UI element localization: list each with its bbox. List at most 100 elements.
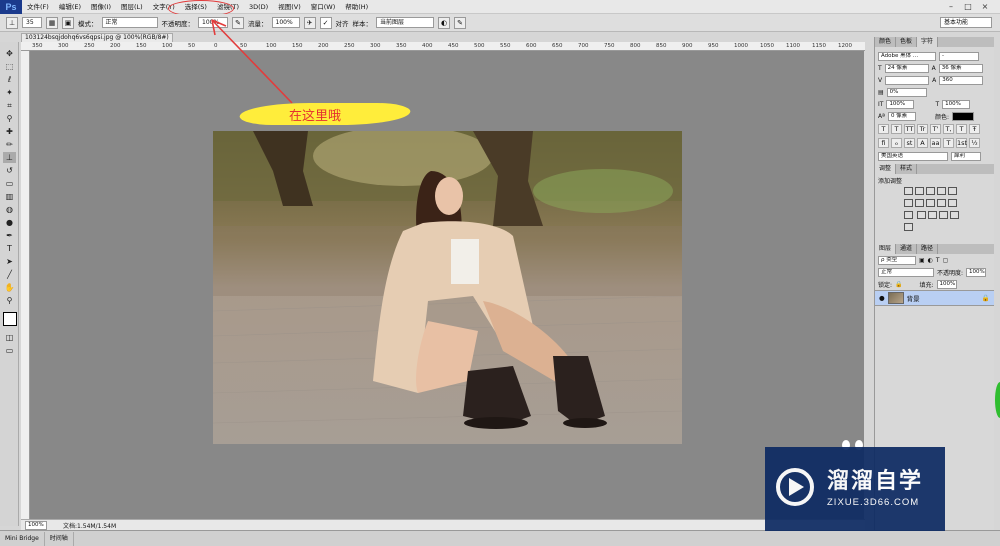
ignore-adjustment-icon[interactable]: ◐ — [438, 16, 450, 29]
tab-styles[interactable]: 样式 — [896, 164, 918, 174]
menu-file[interactable]: 文件(F) — [22, 0, 54, 14]
eyedropper-tool-icon[interactable]: ⚲ — [3, 113, 16, 124]
layer-filter-select[interactable]: ρ 类型 — [878, 255, 916, 265]
lock-icon[interactable]: 🔒 — [895, 281, 902, 288]
mode-select[interactable]: 正常 — [101, 17, 158, 28]
scale-input[interactable]: 0% — [886, 87, 927, 97]
crop-tool-icon[interactable]: ⌗ — [3, 100, 16, 111]
faux-bold-button[interactable]: T — [878, 124, 889, 134]
blend-mode-select[interactable]: 正常 — [878, 267, 934, 277]
menu-layer[interactable]: 图层(L) — [116, 0, 148, 14]
quick-mask-icon[interactable]: ◫ — [3, 332, 16, 343]
history-brush-tool-icon[interactable]: ↺ — [3, 165, 16, 176]
visibility-eye-icon[interactable]: ● — [879, 294, 885, 302]
photo-filter-icon[interactable] — [937, 199, 946, 207]
tracking-input[interactable]: 360 — [939, 75, 984, 85]
black-white-icon[interactable] — [926, 199, 935, 207]
menu-3d[interactable]: 3D(D) — [244, 0, 273, 14]
discretionary-ligature-button[interactable]: st — [904, 138, 915, 148]
invert-icon[interactable] — [917, 211, 927, 219]
close-window-button[interactable]: × — [978, 1, 992, 13]
tab-mini-bridge[interactable]: Mini Bridge — [0, 531, 45, 546]
brush-tool-icon[interactable]: ✏ — [3, 139, 16, 150]
tab-channels[interactable]: 通道 — [896, 244, 918, 254]
titling-button[interactable]: T — [943, 138, 954, 148]
curves-icon[interactable] — [926, 187, 935, 195]
brush-panel-icon[interactable]: ▦ — [46, 16, 58, 29]
posterize-icon[interactable] — [928, 211, 938, 219]
canvas-area[interactable] — [30, 51, 864, 519]
maximize-button[interactable]: □ — [961, 1, 975, 13]
leading-input[interactable]: 36 像素 — [938, 63, 983, 73]
small-caps-button[interactable]: Tr — [917, 124, 928, 134]
brush-size-picker[interactable]: 35 — [22, 17, 42, 28]
tab-character[interactable]: 字符 — [917, 37, 939, 47]
font-style-select[interactable]: - — [939, 51, 979, 61]
fractions-button[interactable]: ½ — [969, 138, 980, 148]
gradient-tool-icon[interactable]: ▥ — [3, 191, 16, 202]
clone-stamp-icon[interactable]: ⊥ — [6, 16, 18, 29]
menu-help[interactable]: 帮助(H) — [340, 0, 373, 14]
color-balance-icon[interactable] — [915, 199, 924, 207]
kerning-input[interactable] — [885, 75, 930, 85]
lasso-tool-icon[interactable]: ℓ — [3, 74, 16, 85]
stylistic-alternates-button[interactable]: aa — [930, 138, 941, 148]
color-lookup-icon[interactable] — [904, 211, 913, 219]
exposure-icon[interactable] — [937, 187, 946, 195]
vibrance-icon[interactable] — [948, 187, 957, 195]
filter-adjust-icon[interactable]: ◐ — [928, 257, 933, 264]
screen-mode-icon[interactable]: ▭ — [3, 345, 16, 356]
font-family-select[interactable]: Adobe 黑体 ... — [878, 51, 936, 61]
ordinals-button[interactable]: 1st — [956, 138, 967, 148]
old-style-button[interactable]: ℴ — [891, 138, 902, 148]
layer-background[interactable]: ● 背景 🔒 — [875, 290, 994, 306]
threshold-icon[interactable] — [939, 211, 949, 219]
filter-type-icon[interactable]: T — [936, 257, 940, 264]
selective-color-icon[interactable] — [904, 223, 913, 231]
strikethrough-button[interactable]: Ŧ — [969, 124, 980, 134]
brightness-icon[interactable] — [904, 187, 913, 195]
underline-button[interactable]: T — [956, 124, 967, 134]
tab-color[interactable]: 颜色 — [875, 37, 897, 47]
foreground-color-swatch[interactable] — [3, 312, 17, 326]
hue-saturation-icon[interactable] — [904, 199, 913, 207]
marquee-tool-icon[interactable]: ⬚ — [3, 61, 16, 72]
hand-tool-icon[interactable]: ✋ — [3, 282, 16, 293]
type-tool-icon[interactable]: T — [3, 243, 16, 254]
eraser-tool-icon[interactable]: ▭ — [3, 178, 16, 189]
dodge-tool-icon[interactable]: ● — [3, 217, 16, 228]
blur-tool-icon[interactable]: ◍ — [3, 204, 16, 215]
menu-edit[interactable]: 编辑(E) — [54, 0, 86, 14]
antialias-select[interactable]: 犀利 — [951, 151, 981, 161]
clone-source-icon[interactable]: ▣ — [62, 16, 74, 29]
healing-tool-icon[interactable]: ✚ — [3, 126, 16, 137]
fill-input[interactable]: 100% — [936, 279, 957, 289]
swash-button[interactable]: A — [917, 138, 928, 148]
faux-italic-button[interactable]: T — [891, 124, 902, 134]
filter-shape-icon[interactable]: ▢ — [943, 257, 949, 264]
tab-swatches[interactable]: 色板 — [896, 37, 918, 47]
zoom-level-input[interactable]: 100% — [25, 520, 47, 530]
quick-select-tool-icon[interactable]: ✦ — [3, 87, 16, 98]
document-size-info[interactable]: 文档:1.54M/1.54M — [63, 521, 116, 530]
document-photo[interactable] — [213, 131, 682, 444]
move-tool-icon[interactable]: ✥ — [3, 48, 16, 59]
layer-opacity-input[interactable]: 100% — [966, 267, 987, 277]
document-tab[interactable]: 103124bsqjdohq6vs6qpsi.jpg @ 100%(RGB/8#… — [21, 33, 173, 42]
filter-pixel-icon[interactable]: ▣ — [919, 257, 925, 264]
tab-paths[interactable]: 路径 — [917, 244, 939, 254]
all-caps-button[interactable]: TT — [904, 124, 915, 134]
tab-adjustments[interactable]: 调整 — [875, 164, 897, 174]
path-select-tool-icon[interactable]: ➤ — [3, 256, 16, 267]
language-select[interactable]: 美国英语 — [878, 151, 948, 161]
shape-tool-icon[interactable]: ╱ — [3, 269, 16, 280]
pressure-size-icon[interactable]: ✎ — [454, 16, 466, 29]
baseline-input[interactable]: 0 像素 — [887, 111, 916, 121]
text-color-swatch[interactable] — [951, 111, 974, 121]
channel-mixer-icon[interactable] — [948, 199, 957, 207]
superscript-button[interactable]: T' — [930, 124, 941, 134]
tab-layers[interactable]: 图层 — [875, 244, 897, 254]
menu-view[interactable]: 视图(V) — [273, 0, 306, 14]
minimize-button[interactable]: – — [944, 1, 958, 13]
subscript-button[interactable]: T, — [943, 124, 954, 134]
